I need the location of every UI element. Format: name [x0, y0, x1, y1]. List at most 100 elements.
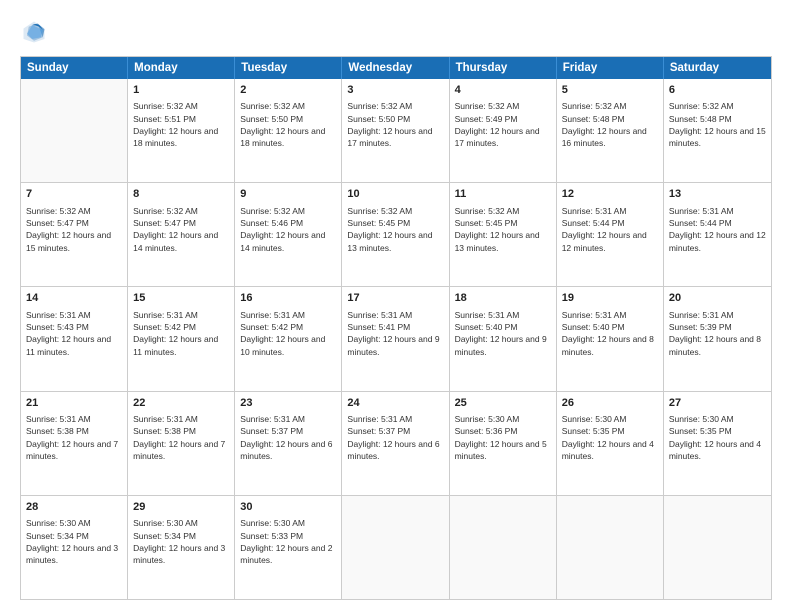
cell-info: Sunrise: 5:32 AM Sunset: 5:48 PM Dayligh…	[669, 100, 766, 149]
calendar-cell: 14 Sunrise: 5:31 AM Sunset: 5:43 PM Dayli…	[21, 287, 128, 390]
cell-info: Sunrise: 5:30 AM Sunset: 5:33 PM Dayligh…	[240, 517, 336, 566]
day-number: 28	[26, 500, 122, 515]
page: SundayMondayTuesdayWednesdayThursdayFrid…	[0, 0, 792, 612]
cell-info: Sunrise: 5:32 AM Sunset: 5:49 PM Dayligh…	[455, 100, 551, 149]
calendar-cell: 5 Sunrise: 5:32 AM Sunset: 5:48 PM Daylig…	[557, 79, 664, 182]
day-number: 15	[133, 291, 229, 306]
cell-info: Sunrise: 5:31 AM Sunset: 5:38 PM Dayligh…	[133, 413, 229, 462]
day-number: 29	[133, 500, 229, 515]
calendar-cell: 22 Sunrise: 5:31 AM Sunset: 5:38 PM Dayli…	[128, 392, 235, 495]
cell-info: Sunrise: 5:32 AM Sunset: 5:47 PM Dayligh…	[26, 205, 122, 254]
cell-info: Sunrise: 5:31 AM Sunset: 5:39 PM Dayligh…	[669, 309, 766, 358]
cell-info: Sunrise: 5:32 AM Sunset: 5:48 PM Dayligh…	[562, 100, 658, 149]
logo	[20, 18, 54, 46]
day-number: 24	[347, 396, 443, 411]
cell-info: Sunrise: 5:30 AM Sunset: 5:34 PM Dayligh…	[133, 517, 229, 566]
day-number: 22	[133, 396, 229, 411]
cell-info: Sunrise: 5:31 AM Sunset: 5:43 PM Dayligh…	[26, 309, 122, 358]
day-number: 19	[562, 291, 658, 306]
calendar-cell	[342, 496, 449, 599]
cell-info: Sunrise: 5:32 AM Sunset: 5:50 PM Dayligh…	[240, 100, 336, 149]
day-number: 4	[455, 83, 551, 98]
day-number: 8	[133, 187, 229, 202]
calendar-row-3: 21 Sunrise: 5:31 AM Sunset: 5:38 PM Dayli…	[21, 392, 771, 496]
calendar-cell: 27 Sunrise: 5:30 AM Sunset: 5:35 PM Dayli…	[664, 392, 771, 495]
logo-icon	[20, 18, 48, 46]
cell-info: Sunrise: 5:31 AM Sunset: 5:37 PM Dayligh…	[240, 413, 336, 462]
day-number: 13	[669, 187, 766, 202]
cell-info: Sunrise: 5:32 AM Sunset: 5:46 PM Dayligh…	[240, 205, 336, 254]
day-number: 5	[562, 83, 658, 98]
header-day-tuesday: Tuesday	[235, 57, 342, 79]
cell-info: Sunrise: 5:31 AM Sunset: 5:37 PM Dayligh…	[347, 413, 443, 462]
calendar-cell: 29 Sunrise: 5:30 AM Sunset: 5:34 PM Dayli…	[128, 496, 235, 599]
calendar-cell: 11Sunrise: 5:32 AM Sunset: 5:45 PM Dayli…	[450, 183, 557, 286]
cell-info: Sunrise: 5:31 AM Sunset: 5:40 PM Dayligh…	[455, 309, 551, 358]
day-number: 10	[347, 187, 443, 202]
header-day-wednesday: Wednesday	[342, 57, 449, 79]
calendar-row-1: 7 Sunrise: 5:32 AM Sunset: 5:47 PM Daylig…	[21, 183, 771, 287]
calendar-body: 1 Sunrise: 5:32 AM Sunset: 5:51 PM Daylig…	[21, 79, 771, 599]
day-number: 1	[133, 83, 229, 98]
day-number: 11	[455, 187, 551, 202]
calendar: SundayMondayTuesdayWednesdayThursdayFrid…	[20, 56, 772, 600]
calendar-cell	[21, 79, 128, 182]
cell-info: Sunrise: 5:31 AM Sunset: 5:44 PM Dayligh…	[669, 205, 766, 254]
day-number: 2	[240, 83, 336, 98]
calendar-cell	[557, 496, 664, 599]
cell-info: Sunrise: 5:30 AM Sunset: 5:34 PM Dayligh…	[26, 517, 122, 566]
header	[20, 18, 772, 46]
day-number: 14	[26, 291, 122, 306]
calendar-cell: 7 Sunrise: 5:32 AM Sunset: 5:47 PM Daylig…	[21, 183, 128, 286]
day-number: 6	[669, 83, 766, 98]
day-number: 18	[455, 291, 551, 306]
calendar-cell: 26Sunrise: 5:30 AM Sunset: 5:35 PM Dayli…	[557, 392, 664, 495]
calendar-cell: 18 Sunrise: 5:31 AM Sunset: 5:40 PM Dayli…	[450, 287, 557, 390]
day-number: 30	[240, 500, 336, 515]
calendar-cell: 25Sunrise: 5:30 AM Sunset: 5:36 PM Dayli…	[450, 392, 557, 495]
day-number: 26	[562, 396, 658, 411]
header-day-monday: Monday	[128, 57, 235, 79]
cell-info: Sunrise: 5:31 AM Sunset: 5:41 PM Dayligh…	[347, 309, 443, 358]
calendar-cell: 21 Sunrise: 5:31 AM Sunset: 5:38 PM Dayli…	[21, 392, 128, 495]
calendar-row-0: 1 Sunrise: 5:32 AM Sunset: 5:51 PM Daylig…	[21, 79, 771, 183]
header-day-friday: Friday	[557, 57, 664, 79]
calendar-cell: 23 Sunrise: 5:31 AM Sunset: 5:37 PM Dayli…	[235, 392, 342, 495]
calendar-row-2: 14 Sunrise: 5:31 AM Sunset: 5:43 PM Dayli…	[21, 287, 771, 391]
cell-info: Sunrise: 5:31 AM Sunset: 5:42 PM Dayligh…	[133, 309, 229, 358]
calendar-cell: 8 Sunrise: 5:32 AM Sunset: 5:47 PM Daylig…	[128, 183, 235, 286]
cell-info: Sunrise: 5:31 AM Sunset: 5:38 PM Dayligh…	[26, 413, 122, 462]
header-day-saturday: Saturday	[664, 57, 771, 79]
day-number: 16	[240, 291, 336, 306]
cell-info: Sunrise: 5:32 AM Sunset: 5:47 PM Dayligh…	[133, 205, 229, 254]
calendar-cell: 2 Sunrise: 5:32 AM Sunset: 5:50 PM Daylig…	[235, 79, 342, 182]
calendar-cell: 12 Sunrise: 5:31 AM Sunset: 5:44 PM Dayli…	[557, 183, 664, 286]
calendar-cell: 10Sunrise: 5:32 AM Sunset: 5:45 PM Dayli…	[342, 183, 449, 286]
calendar-cell: 6 Sunrise: 5:32 AM Sunset: 5:48 PM Daylig…	[664, 79, 771, 182]
calendar-cell	[664, 496, 771, 599]
calendar-cell: 17 Sunrise: 5:31 AM Sunset: 5:41 PM Dayli…	[342, 287, 449, 390]
calendar-row-4: 28 Sunrise: 5:30 AM Sunset: 5:34 PM Dayli…	[21, 496, 771, 599]
header-day-thursday: Thursday	[450, 57, 557, 79]
calendar-cell: 13 Sunrise: 5:31 AM Sunset: 5:44 PM Dayli…	[664, 183, 771, 286]
day-number: 21	[26, 396, 122, 411]
calendar-cell: 3Sunrise: 5:32 AM Sunset: 5:50 PM Daylig…	[342, 79, 449, 182]
cell-info: Sunrise: 5:30 AM Sunset: 5:36 PM Dayligh…	[455, 413, 551, 462]
cell-info: Sunrise: 5:30 AM Sunset: 5:35 PM Dayligh…	[669, 413, 766, 462]
calendar-cell: 4 Sunrise: 5:32 AM Sunset: 5:49 PM Daylig…	[450, 79, 557, 182]
day-number: 17	[347, 291, 443, 306]
cell-info: Sunrise: 5:31 AM Sunset: 5:40 PM Dayligh…	[562, 309, 658, 358]
calendar-cell: 24 Sunrise: 5:31 AM Sunset: 5:37 PM Dayli…	[342, 392, 449, 495]
day-number: 7	[26, 187, 122, 202]
cell-info: Sunrise: 5:32 AM Sunset: 5:51 PM Dayligh…	[133, 100, 229, 149]
calendar-cell: 9 Sunrise: 5:32 AM Sunset: 5:46 PM Daylig…	[235, 183, 342, 286]
cell-info: Sunrise: 5:31 AM Sunset: 5:44 PM Dayligh…	[562, 205, 658, 254]
day-number: 9	[240, 187, 336, 202]
calendar-cell: 19 Sunrise: 5:31 AM Sunset: 5:40 PM Dayli…	[557, 287, 664, 390]
cell-info: Sunrise: 5:31 AM Sunset: 5:42 PM Dayligh…	[240, 309, 336, 358]
day-number: 12	[562, 187, 658, 202]
calendar-cell	[450, 496, 557, 599]
day-number: 23	[240, 396, 336, 411]
calendar-cell: 15 Sunrise: 5:31 AM Sunset: 5:42 PM Dayli…	[128, 287, 235, 390]
day-number: 27	[669, 396, 766, 411]
